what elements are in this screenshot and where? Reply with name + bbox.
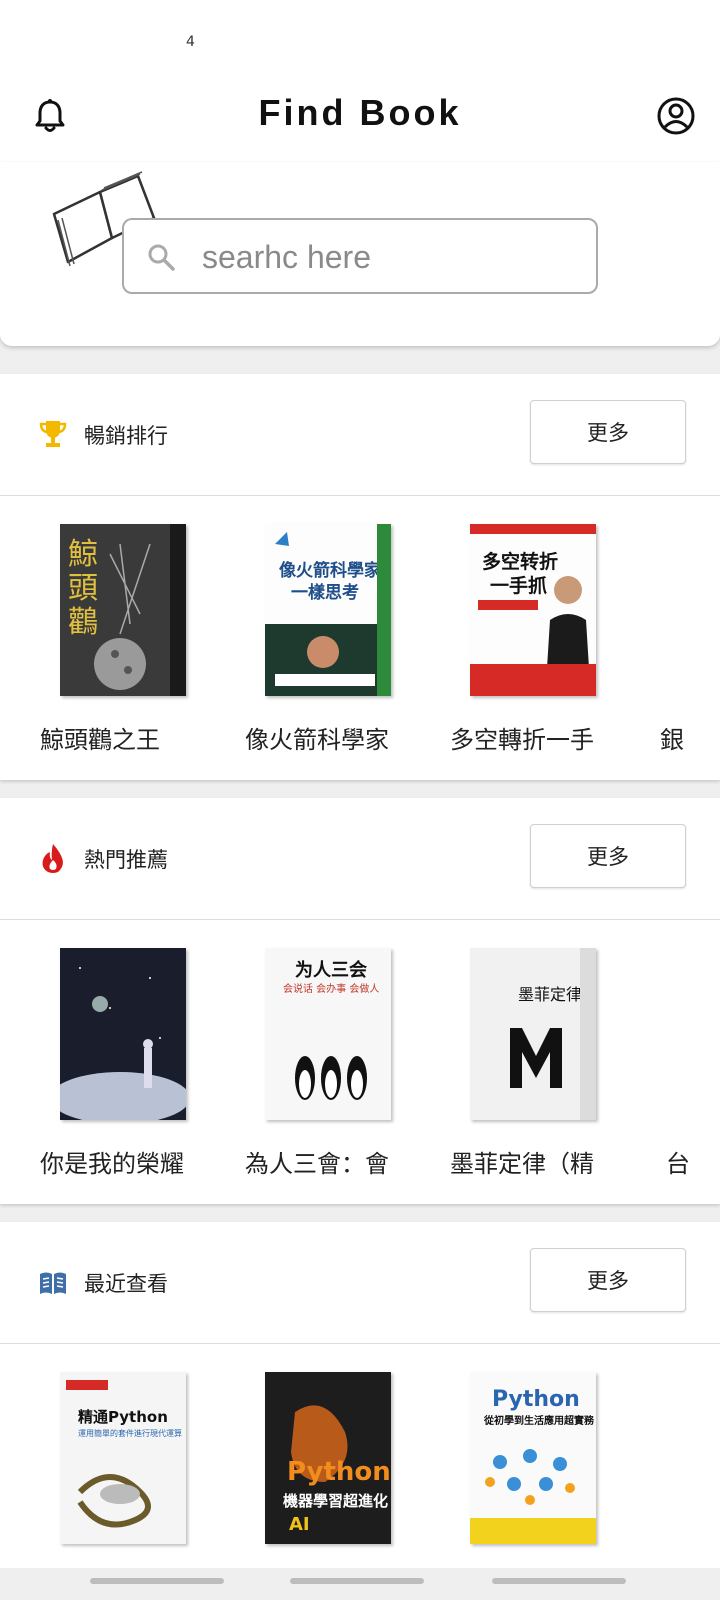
status-bar: 4 — [0, 0, 720, 70]
book-cover: 精通Python 運用簡單的套件進行現代運算 — [60, 1372, 186, 1544]
book-list: 你是我的榮耀 为人三会 会说话 会办事 会做人 為人三會：會 墨菲定律 墨菲定律… — [0, 920, 720, 1204]
book-title: 台 — [666, 1150, 690, 1178]
book-cover: Python 從初學到生活應用超實務 — [470, 1372, 596, 1544]
book-title: 墨菲定律（精 — [450, 1150, 594, 1178]
book-cover: 为人三会 会说话 会办事 会做人 — [265, 948, 391, 1120]
fire-icon — [38, 842, 68, 874]
svg-text:Python: Python — [287, 1457, 391, 1487]
book-title: 像火箭科學家 — [245, 726, 389, 754]
book-cover: Python 機器學習超進化 AI — [265, 1372, 391, 1544]
book-item[interactable]: 你是我的榮耀 — [30, 920, 220, 1204]
section-title: 最近查看 — [84, 1272, 168, 1296]
account-circle-icon[interactable] — [656, 96, 696, 136]
status-notification-count: 4 — [186, 34, 195, 50]
section-title: 暢銷排行 — [84, 424, 168, 448]
section-header: 熱門推薦 更多 — [0, 798, 720, 920]
search-box[interactable] — [122, 218, 598, 294]
book-title: 你是我的榮耀 — [40, 1150, 184, 1178]
book-open-icon — [38, 1266, 68, 1298]
book-item[interactable]: Python 從初學到生活應用超實務 — [440, 1344, 630, 1568]
svg-text:鸛: 鸛 — [68, 605, 98, 640]
svg-text:從初學到生活應用超實務: 從初學到生活應用超實務 — [483, 1414, 595, 1427]
svg-text:AI: AI — [289, 1514, 310, 1535]
svg-text:鯨: 鯨 — [68, 537, 98, 572]
search-icon — [146, 242, 176, 272]
book-item[interactable]: 像火箭科學家 一樣思考 像火箭科學家 — [235, 496, 425, 780]
svg-text:機器學習超進化: 機器學習超進化 — [283, 1492, 388, 1510]
book-title: 為人三會：會 — [245, 1150, 389, 1178]
section-header: 最近查看 更多 — [0, 1222, 720, 1344]
more-button[interactable]: 更多 — [530, 1248, 686, 1312]
book-item[interactable]: 銀 — [650, 496, 720, 780]
book-item[interactable]: Python 機器學習超進化 AI — [235, 1344, 425, 1568]
section-recently-viewed: 最近查看 更多 精通Python 運用簡單的套件進行現代運算 Python 機器… — [0, 1222, 720, 1568]
more-button[interactable]: 更多 — [530, 824, 686, 888]
book-item[interactable]: 精通Python 運用簡單的套件進行現代運算 — [30, 1344, 220, 1568]
svg-text:Python: Python — [492, 1387, 580, 1412]
more-button[interactable]: 更多 — [530, 400, 686, 464]
book-cover: 墨菲定律 — [470, 948, 596, 1120]
svg-text:会说话 会办事 会做人: 会说话 会办事 会做人 — [283, 982, 379, 995]
section-bestsellers: 暢銷排行 更多 鯨 頭 鸛 鯨頭鸛之王 像火箭科學家 一樣思考 像火箭科學家 多… — [0, 374, 720, 780]
book-list: 鯨 頭 鸛 鯨頭鸛之王 像火箭科學家 一樣思考 像火箭科學家 多空转折 一手抓 … — [0, 496, 720, 780]
section-header: 暢銷排行 更多 — [0, 374, 720, 496]
svg-text:墨菲定律: 墨菲定律 — [518, 985, 582, 1004]
svg-text:为人三会: 为人三会 — [295, 959, 367, 981]
system-nav-bar — [0, 1568, 720, 1600]
svg-text:一手抓: 一手抓 — [490, 574, 547, 597]
search-card — [0, 162, 720, 346]
nav-pill-left[interactable] — [90, 1578, 224, 1584]
book-item[interactable]: 墨菲定律 墨菲定律（精 — [440, 920, 630, 1204]
svg-text:像火箭科學家: 像火箭科學家 — [279, 560, 381, 581]
nav-pill-right[interactable] — [492, 1578, 626, 1584]
book-title: 鯨頭鸛之王 — [40, 726, 160, 754]
book-item[interactable]: 台 — [650, 920, 720, 1204]
book-cover — [60, 948, 186, 1120]
book-title: 銀 — [660, 726, 684, 754]
page-title: Find Book — [258, 92, 462, 133]
app-bar: Find Book — [0, 70, 720, 162]
book-cover: 多空转折 一手抓 — [470, 524, 596, 696]
svg-text:運用簡單的套件進行現代運算: 運用簡單的套件進行現代運算 — [78, 1428, 182, 1438]
svg-text:多空转折: 多空转折 — [482, 550, 558, 573]
svg-text:一樣思考: 一樣思考 — [291, 582, 359, 603]
book-item[interactable]: 多空转折 一手抓 多空轉折一手 — [440, 496, 630, 780]
book-cover: 鯨 頭 鸛 — [60, 524, 186, 696]
book-item[interactable]: 为人三会 会说话 会办事 会做人 為人三會：會 — [235, 920, 425, 1204]
trophy-icon — [38, 418, 68, 450]
section-title: 熱門推薦 — [84, 848, 168, 872]
book-cover: 像火箭科學家 一樣思考 — [265, 524, 391, 696]
svg-text:精通Python: 精通Python — [78, 1408, 168, 1426]
svg-text:頭: 頭 — [68, 571, 98, 606]
search-input[interactable] — [202, 232, 582, 282]
book-title: 多空轉折一手 — [450, 726, 594, 754]
nav-pill-center[interactable] — [290, 1578, 424, 1584]
book-item[interactable]: 鯨 頭 鸛 鯨頭鸛之王 — [30, 496, 220, 780]
section-hot-recommendations: 熱門推薦 更多 你是我的榮耀 为人三会 会说话 会办事 会做人 為人三會：會 墨… — [0, 798, 720, 1204]
book-list: 精通Python 運用簡單的套件進行現代運算 Python 機器學習超進化 AI — [0, 1344, 720, 1568]
